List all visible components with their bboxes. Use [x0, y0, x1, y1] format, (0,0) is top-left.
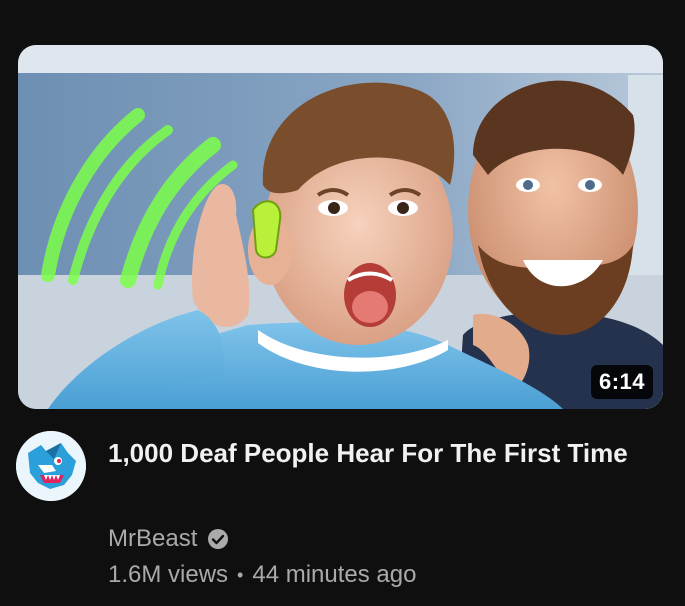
metadata-separator: • — [237, 564, 244, 585]
view-count: 1.6M views — [108, 561, 229, 588]
video-title[interactable]: 1,000 Deaf People Hear For The First Tim… — [108, 433, 648, 473]
mrbeast-panther-logo-icon — [16, 431, 86, 501]
thumbnail-image — [18, 45, 663, 409]
video-thumbnail[interactable]: 6:14 — [18, 45, 663, 409]
verified-check-icon — [207, 528, 229, 550]
video-metadata: 1.6M views • 44 minutes ago — [108, 561, 416, 589]
channel-name-link[interactable]: MrBeast — [108, 525, 197, 553]
publish-time: 44 minutes ago — [252, 561, 417, 588]
video-duration-badge: 6:14 — [590, 365, 653, 399]
channel-avatar[interactable] — [16, 431, 86, 501]
channel-info: MrBeast — [108, 523, 229, 555]
video-card[interactable]: 6:14 1,000 Deaf People Hear For The Firs… — [0, 0, 685, 606]
